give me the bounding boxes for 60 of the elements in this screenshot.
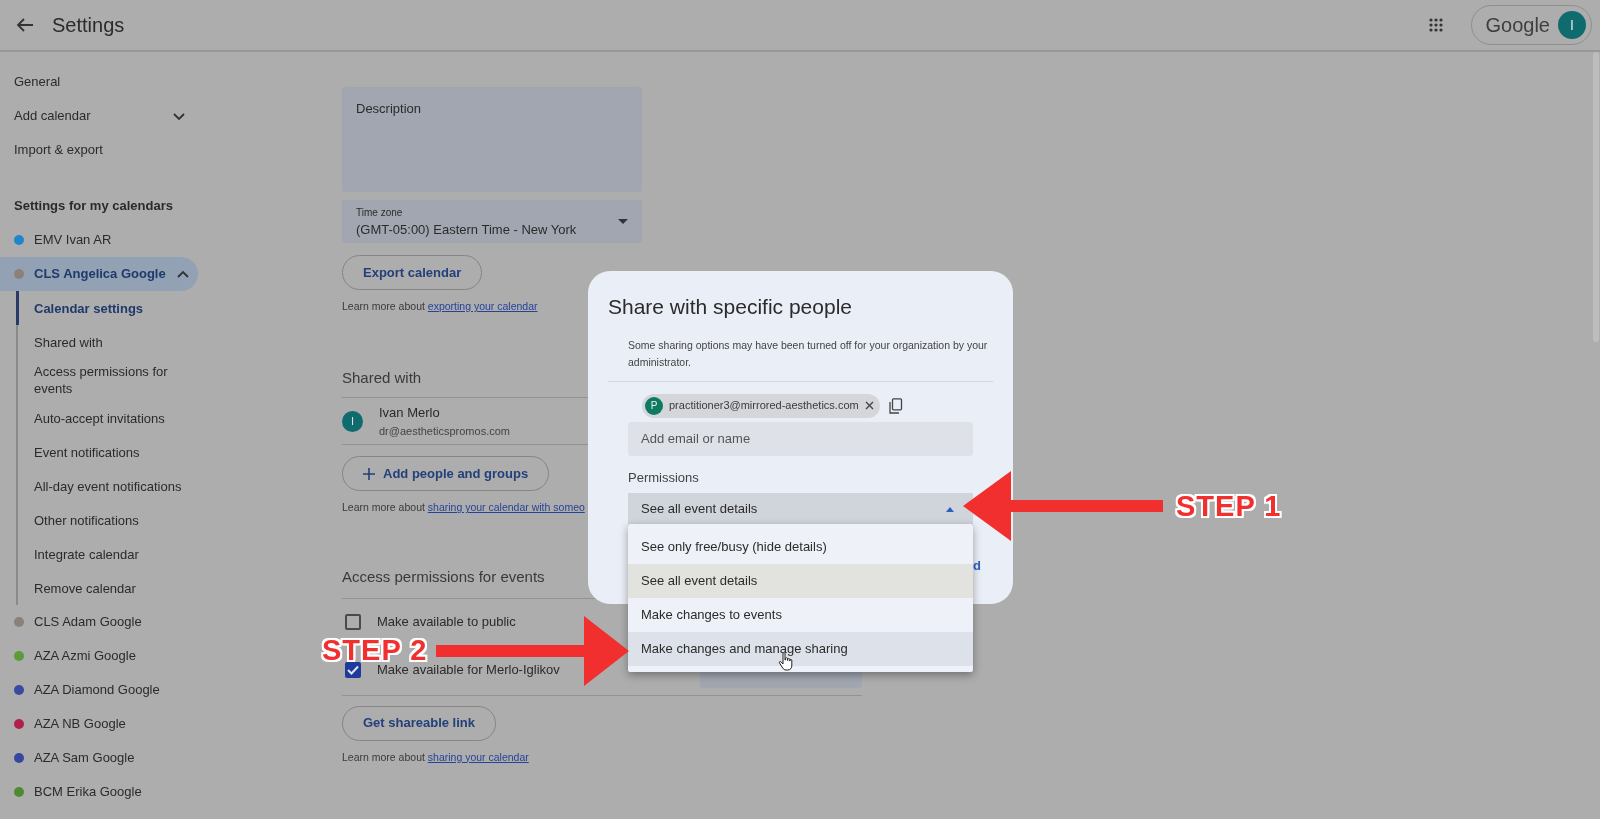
- plus-icon: [363, 467, 375, 480]
- sidebar-item[interactable]: Add calendar: [14, 106, 91, 126]
- recipient-chip[interactable]: P practitioner3@mirrored-aesthetics.com: [642, 393, 880, 418]
- sidebar-subitem[interactable]: Auto-accept invitations: [18, 401, 188, 435]
- chevron-icon[interactable]: [175, 268, 190, 280]
- notice-text: Some sharing options may have been turned off for your organization by your administrator.: [628, 337, 988, 370]
- time-zone-select[interactable]: Time zone (GMT-05:00) Eastern Time - New York: [342, 200, 642, 243]
- dropdown-caret-icon: [618, 219, 628, 224]
- help-text: Learn more about exporting your calendar: [342, 299, 538, 314]
- calendar-item[interactable]: CLS Adam Google: [0, 605, 198, 639]
- sidebar-subitem[interactable]: All-day event notifications: [18, 469, 188, 503]
- sidebar-item[interactable]: Import & export: [0, 133, 200, 167]
- calendar-item[interactable]: AZA Sam Google: [0, 741, 198, 775]
- calendar-item[interactable]: AZA Azmi Google: [0, 639, 198, 673]
- chevron-icon[interactable]: [172, 110, 186, 122]
- sidebar-subitem[interactable]: Other notifications: [18, 503, 188, 537]
- sidebar-item[interactable]: General: [0, 65, 200, 99]
- close-icon[interactable]: [864, 401, 874, 410]
- menu-item[interactable]: See all event details: [628, 564, 973, 598]
- help-link[interactable]: exporting your calendar: [427, 300, 538, 312]
- sidebar-subitem[interactable]: Shared with: [18, 325, 188, 359]
- dialog-title: Share with specific people: [608, 294, 853, 320]
- person-name: Ivan Merlo: [379, 404, 441, 423]
- permissions-select[interactable]: See all event details: [628, 493, 973, 527]
- help-link[interactable]: sharing your calendar: [427, 750, 529, 763]
- copy-icon[interactable]: [887, 397, 903, 414]
- avatar: I: [342, 410, 363, 432]
- help-link[interactable]: sharing your calendar with someo: [427, 501, 585, 514]
- sidebar-subitem[interactable]: Calendar settings: [16, 291, 186, 325]
- calendar-item[interactable]: CLS Angelica Google: [0, 257, 198, 291]
- apps-grid-icon[interactable]: [1428, 18, 1443, 32]
- description-field[interactable]: Description: [342, 87, 642, 192]
- section-heading: Shared with: [342, 367, 422, 388]
- calendar-item[interactable]: BCM Erika Google: [0, 775, 198, 809]
- sidebar-subitem[interactable]: Event notifications: [18, 435, 188, 469]
- dialog-button-text[interactable]: d: [973, 556, 981, 576]
- field-label: Permissions: [628, 468, 700, 487]
- menu-item[interactable]: See only free/busy (hide details): [628, 530, 973, 564]
- checkbox[interactable]: [345, 613, 361, 630]
- sidebar-subitem[interactable]: Access permissions for events: [18, 359, 188, 401]
- section-heading: Access permissions for events: [342, 567, 545, 587]
- back-arrow-icon[interactable]: [16, 17, 34, 33]
- calendar-item[interactable]: AZA Diamond Google: [0, 673, 198, 707]
- calendar-item[interactable]: AZA NB Google: [0, 707, 198, 741]
- section-heading: Settings for my calendars: [13, 197, 174, 216]
- sidebar-subitem[interactable]: Remove calendar: [18, 571, 188, 605]
- scrollbar[interactable]: [1593, 52, 1599, 342]
- step-label: STEP 1: [1176, 492, 1282, 521]
- help-text: Learn more about sharing your calendar: [342, 749, 529, 765]
- menu-item[interactable]: Make changes to events: [628, 598, 973, 632]
- menu-item[interactable]: Make changes and manage sharing: [628, 632, 973, 666]
- help-text: Learn more about sharing your calendar with someo: [342, 500, 585, 516]
- sidebar-subitem[interactable]: Integrate calendar: [18, 537, 188, 571]
- person-email: dr@aestheticspromos.com: [379, 423, 510, 439]
- page-title: Settings: [52, 13, 125, 38]
- email-input[interactable]: Add email or name: [628, 421, 973, 456]
- checkbox-label: Make available to public: [377, 612, 516, 631]
- checkbox[interactable]: [345, 661, 361, 678]
- avatar: I: [1558, 11, 1586, 39]
- calendar-item[interactable]: EMV Ivan AR: [0, 223, 198, 257]
